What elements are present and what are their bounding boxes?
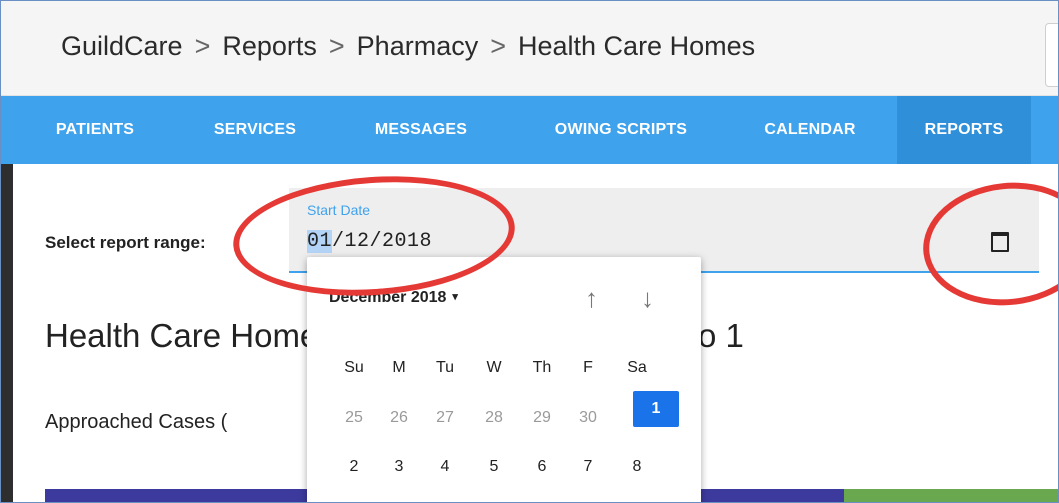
start-date-input[interactable]: 01/12/2018 <box>307 230 432 253</box>
calendar-day[interactable]: 2 <box>337 458 371 476</box>
calendar-day[interactable]: 27 <box>428 409 462 427</box>
weekday-header: Su <box>344 359 364 376</box>
calendar-day[interactable]: 8 <box>620 458 654 476</box>
breadcrumb-separator: > <box>328 31 345 61</box>
arrow-down-icon[interactable]: ↓ <box>641 283 654 314</box>
month-year-selector[interactable]: December 2018 ▾ <box>329 289 458 307</box>
chart-bar-segment-green <box>844 489 1058 502</box>
weekday-header: Sa <box>627 359 647 376</box>
approached-cases-label: Approached Cases ( <box>45 411 228 433</box>
calendar-day[interactable]: 3 <box>382 458 416 476</box>
calendar-day[interactable]: 28 <box>477 409 511 427</box>
nav-item-messages[interactable]: MESSAGES <box>356 96 486 164</box>
calendar-day[interactable]: 29 <box>525 409 559 427</box>
calendar-day[interactable]: 4 <box>428 458 462 476</box>
breadcrumb-bar: GuildCare > Reports > Pharmacy > Health Care H… <box>1 1 1058 96</box>
weekday-header: F <box>583 359 593 376</box>
breadcrumb-item-health-care-homes: Health Care Homes <box>518 31 756 61</box>
breadcrumb-item-pharmacy[interactable]: Pharmacy <box>357 31 479 61</box>
calendar-day[interactable]: 5 <box>477 458 511 476</box>
weekday-header: M <box>392 359 406 376</box>
calendar-icon[interactable] <box>991 232 1009 252</box>
left-edge-strip <box>1 164 13 502</box>
nav-item-calendar[interactable]: CALENDAR <box>745 96 875 164</box>
breadcrumb: GuildCare > Reports > Pharmacy > Health Care H… <box>61 31 755 62</box>
calendar-day[interactable]: 25 <box>337 409 371 427</box>
nav-item-services[interactable]: SERVICES <box>195 96 315 164</box>
header-side-control[interactable] <box>1045 23 1058 87</box>
weekday-header: Tu <box>435 359 455 376</box>
start-date-label: Start Date <box>307 202 371 218</box>
weekday-header: Th <box>532 359 552 376</box>
calendar-day[interactable]: 30 <box>571 409 605 427</box>
start-date-rest: /12/2018 <box>332 230 433 253</box>
arrow-up-icon[interactable]: ↑ <box>585 283 598 314</box>
app-frame: GuildCare > Reports > Pharmacy > Health Care H… <box>0 0 1059 503</box>
breadcrumb-item-guildcare[interactable]: GuildCare <box>61 31 183 61</box>
weekday-header: W <box>486 359 502 376</box>
main-nav: PATIENTS SERVICES MESSAGES OWING SCRIPTS… <box>1 96 1058 164</box>
breadcrumb-separator: > <box>490 31 506 61</box>
report-range-label: Select report range: <box>45 233 206 252</box>
breadcrumb-separator: > <box>194 31 211 61</box>
nav-item-owing-scripts[interactable]: OWING SCRIPTS <box>526 96 716 164</box>
breadcrumb-item-reports[interactable]: Reports <box>222 31 317 61</box>
nav-item-reports[interactable]: REPORTS <box>897 96 1031 164</box>
date-picker-popup: December 2018 ▾ ↑ ↓ Su M Tu W Th F Sa 25 … <box>307 257 701 502</box>
calendar-day[interactable]: 6 <box>525 458 559 476</box>
calendar-day-selected[interactable]: 1 <box>633 391 679 427</box>
start-date-day-segment[interactable]: 01 <box>307 230 333 253</box>
calendar-day[interactable]: 7 <box>571 458 605 476</box>
calendar-day[interactable]: 26 <box>382 409 416 427</box>
caret-down-icon: ▾ <box>452 291 458 303</box>
nav-item-patients[interactable]: PATIENTS <box>41 96 149 164</box>
month-year-label: December 2018 <box>329 289 447 306</box>
